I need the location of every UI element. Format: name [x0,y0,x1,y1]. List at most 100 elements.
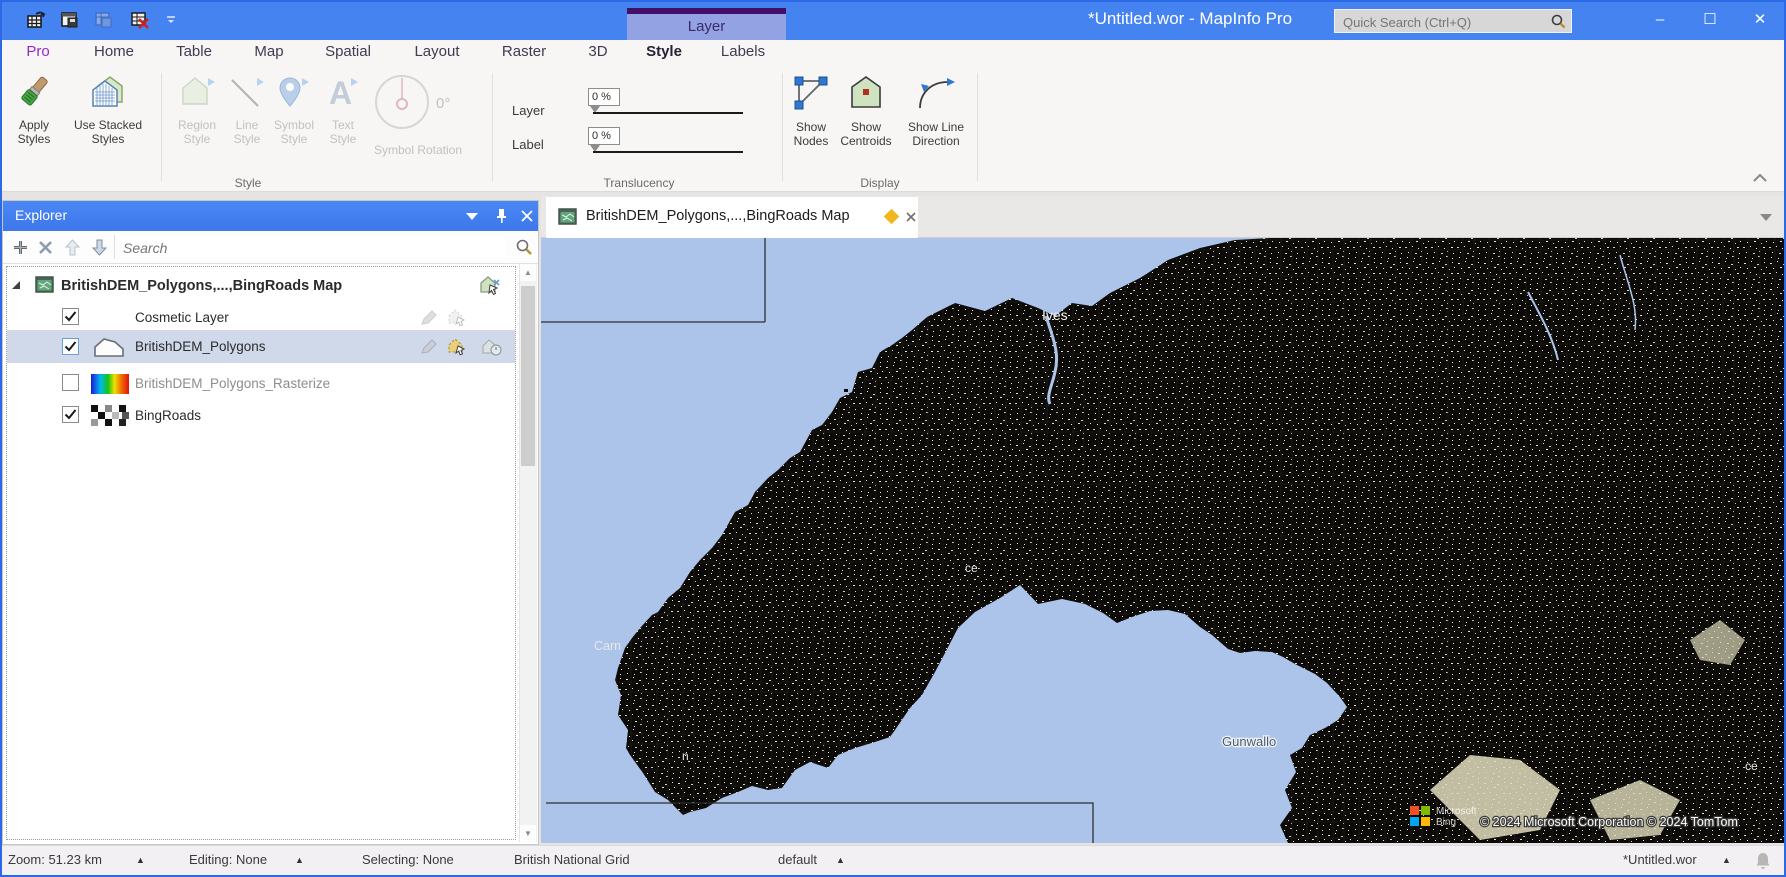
tab-list-icon[interactable] [1759,213,1773,222]
polygon-layer-icon [94,338,124,357]
quick-search-box[interactable] [1334,9,1572,33]
place-label: n [682,749,689,763]
place-label: ce [1745,759,1758,773]
display-group-label: Display [860,176,900,190]
move-down-icon[interactable] [92,239,107,256]
show-line-direction-icon [919,78,955,109]
tree-row-map[interactable]: BritishDEM_Polygons,...,BingRoads Map [7,270,515,302]
scroll-down-button[interactable]: ▼ [520,825,536,842]
apply-styles-icon [21,76,48,106]
maximize-button[interactable]: ☐ [1688,0,1732,40]
expand-icon[interactable] [11,280,21,290]
qat-customize-icon[interactable] [165,14,177,26]
britishdem-polygons-checkbox[interactable] [62,338,79,355]
tab-map[interactable]: Map [251,43,287,67]
apply-styles-button[interactable]: Apply Styles [8,74,60,146]
map-tab-title[interactable]: BritishDEM_Polygons,...,BingRoads Map [586,208,850,224]
add-icon[interactable] [13,240,28,255]
tree-row-bingroads[interactable]: BingRoads [7,400,515,432]
britishdem-rasterize-checkbox[interactable] [62,374,79,391]
layer-label[interactable]: BritishDEM_Polygons_Rasterize [135,376,330,391]
map-canvas[interactable]: Ives ce Carn n Gunwallo ce Microsoft Bin… [541,238,1784,843]
show-line-direction-button[interactable]: Show Line Direction [898,74,974,148]
close-table-icon[interactable] [130,10,150,30]
map-document-tab[interactable]: BritishDEM_Polygons,...,BingRoads Map [546,197,918,238]
explorer-close-icon[interactable] [521,210,533,222]
layer-translucency-value[interactable]: 0 % [588,88,620,106]
line-style-icon [231,78,264,107]
tab-raster[interactable]: Raster [499,43,549,67]
window-position-icon[interactable] [465,212,479,221]
tab-spatial[interactable]: Spatial [321,43,375,67]
collapse-ribbon-icon[interactable] [1752,173,1768,183]
tab-pro[interactable]: Pro [22,43,54,67]
status-style-arrow-icon[interactable]: ▲ [836,855,845,865]
scroll-up-button[interactable]: ▲ [520,264,536,281]
title-bar: Layer *Untitled.wor - MapInfo Pro – ☐ ✕ [0,0,1786,40]
search-icon[interactable] [1550,13,1567,30]
close-button[interactable]: ✕ [1738,0,1782,40]
layer-label[interactable]: Cosmetic Layer [135,310,229,325]
layer-label[interactable]: BritishDEM_Polygons [135,339,266,354]
layer-tree: BritishDEM_Polygons,...,BingRoads Map Co… [3,264,519,842]
map-render: Ives ce Carn n Gunwallo ce Microsoft Bin… [541,238,1784,843]
remove-icon[interactable] [38,240,53,255]
check-icon [64,341,77,352]
move-up-icon [65,239,80,256]
show-nodes-label: Show Nodes [793,120,829,148]
tab-layout[interactable]: Layout [411,43,463,67]
status-zoom[interactable]: Zoom: 51.23 km [8,852,102,867]
apply-styles-label: Apply Styles [17,118,51,146]
status-style[interactable]: default [778,852,817,867]
save-workspace-icon[interactable] [60,10,80,30]
selectable-icon[interactable] [447,308,469,328]
explorer-search-icon[interactable] [515,238,533,256]
explorer-search-input[interactable] [121,236,505,260]
symbol-style-button: Symbol Style [270,74,318,146]
line-style-label: Line Style [233,118,261,146]
show-centroids-button[interactable]: Show Centroids [838,74,894,148]
status-zoom-arrow-icon[interactable]: ▲ [136,855,145,865]
selectable-map-icon[interactable] [479,275,501,297]
status-editing-arrow-icon[interactable]: ▲ [295,855,304,865]
tab-table[interactable]: Table [172,43,216,67]
pin-icon[interactable] [495,208,508,224]
tab-3d[interactable]: 3D [586,43,610,67]
layer-translucency-slider[interactable] [593,112,743,114]
region-style-icon [182,77,215,105]
tab-labels[interactable]: Labels [718,43,768,67]
zoom-layering-icon[interactable] [481,337,503,357]
status-projection[interactable]: British National Grid [514,852,630,867]
map-node-label[interactable]: BritishDEM_Polygons,...,BingRoads Map [61,278,342,294]
cosmetic-layer-checkbox[interactable] [62,308,79,325]
tree-row-britishdem-rasterize[interactable]: BritishDEM_Polygons_Rasterize [7,368,515,400]
explorer-scrollbar[interactable]: ▲ ▼ [519,264,537,842]
status-editing[interactable]: Editing: None [189,852,267,867]
notifications-bell-icon[interactable] [1754,851,1772,870]
check-icon [64,311,77,322]
show-nodes-button[interactable]: Show Nodes [787,74,835,148]
tile-layer-swatch [91,405,129,427]
label-translucency-slider[interactable] [593,151,743,153]
layer-label[interactable]: BingRoads [135,408,201,423]
minimize-button[interactable]: – [1638,0,1682,40]
tab-style[interactable]: Style [644,43,684,70]
open-table-icon[interactable] [26,10,46,30]
bing-logo-text1: Microsoft [1436,806,1477,817]
tab-home[interactable]: Home [90,43,138,67]
use-stacked-styles-button[interactable]: Use Stacked Styles [62,74,154,146]
editable-icon[interactable] [419,338,439,356]
tree-row-britishdem-polygons[interactable]: BritishDEM_Polygons [7,330,515,363]
status-selecting[interactable]: Selecting: None [362,852,454,867]
status-workspace-arrow-icon[interactable]: ▲ [1722,855,1731,865]
bingroads-checkbox[interactable] [62,406,79,423]
status-workspace[interactable]: *Untitled.wor [1623,852,1697,867]
quick-search-input[interactable] [1341,11,1545,33]
place-label: Ives [1042,307,1068,323]
editable-icon[interactable] [419,309,439,327]
explorer-title-bar[interactable]: Explorer [3,201,538,231]
tab-close-icon[interactable] [906,212,916,222]
selectable-on-icon[interactable] [447,337,469,357]
scroll-thumb[interactable] [521,286,535,466]
label-translucency-value[interactable]: 0 % [588,127,620,145]
